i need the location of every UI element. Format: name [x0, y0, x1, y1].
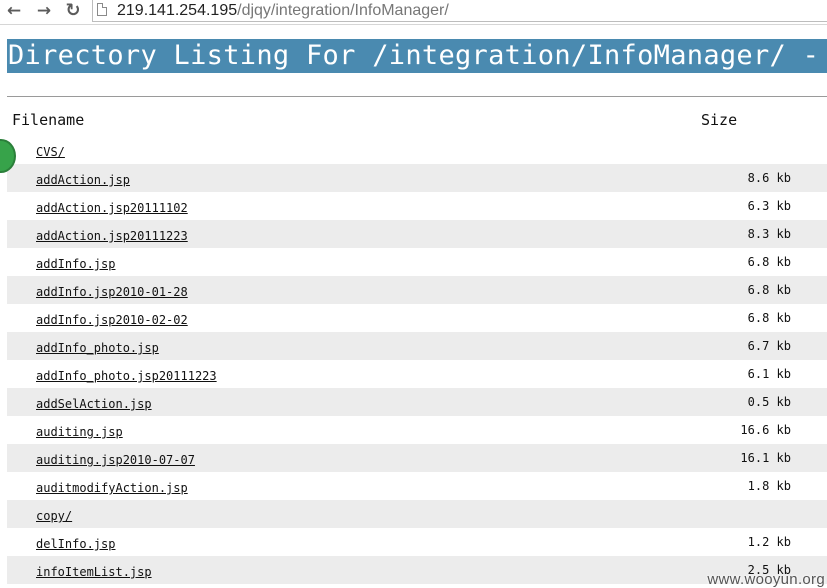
divider — [7, 96, 827, 97]
file-row: addSelAction.jsp 0.5 kb — [7, 388, 827, 416]
page-title: Directory Listing For /integration/InfoM… — [8, 40, 820, 71]
file-size: 16.6 kb — [740, 423, 791, 437]
file-link[interactable]: auditmodifyAction.jsp — [36, 480, 188, 496]
reload-icon[interactable]: ↻ — [62, 0, 84, 22]
file-link[interactable]: delInfo.jsp — [36, 536, 115, 552]
file-size: 6.8 kb — [747, 255, 791, 269]
file-row: addInfo_photo.jsp20111223 6.1 kb — [7, 360, 827, 388]
file-size: 6.8 kb — [747, 283, 791, 297]
file-size: 16.1 kb — [740, 451, 791, 465]
file-size: 6.7 kb — [747, 339, 791, 353]
url-text[interactable]: 219.141.254.195/djqy/integration/InfoMan… — [117, 0, 449, 21]
file-link[interactable]: addAction.jsp20111102 — [36, 200, 188, 216]
file-link[interactable]: addAction.jsp — [36, 172, 130, 188]
file-link[interactable]: addInfo.jsp — [36, 256, 115, 272]
file-link[interactable]: addInfo_photo.jsp — [36, 340, 159, 356]
file-link[interactable]: addSelAction.jsp — [36, 396, 152, 412]
file-link[interactable]: addInfo_photo.jsp20111223 — [36, 368, 217, 384]
file-link[interactable]: CVS/ — [36, 144, 65, 160]
column-header-size: Size — [701, 111, 738, 129]
forward-arrow-icon[interactable]: → — [33, 0, 55, 22]
url-path: /djqy/integration/InfoManager/ — [237, 2, 449, 19]
file-link[interactable]: auditing.jsp2010-07-07 — [36, 452, 195, 468]
file-link[interactable]: addInfo.jsp2010-02-02 — [36, 312, 188, 328]
file-size: 6.8 kb — [747, 311, 791, 325]
file-row: auditing.jsp 16.6 kb — [7, 416, 827, 444]
file-row: infoItemList.jsp 2.5 kb — [7, 556, 827, 584]
file-link[interactable]: addInfo.jsp2010-01-28 — [36, 284, 188, 300]
file-size: 1.2 kb — [747, 535, 791, 549]
file-row: addAction.jsp20111102 6.3 kb — [7, 192, 827, 220]
file-row: addAction.jsp 8.6 kb — [7, 164, 827, 192]
file-row: delInfo.jsp 1.2 kb — [7, 528, 827, 556]
page-heading-bar: Directory Listing For /integration/InfoM… — [7, 39, 827, 73]
file-row: auditing.jsp2010-07-07 16.1 kb — [7, 444, 827, 472]
watermark: www.wooyun.org — [707, 571, 825, 588]
file-link[interactable]: copy/ — [36, 508, 72, 524]
file-size: 6.1 kb — [747, 367, 791, 381]
file-row: addInfo.jsp2010-01-28 6.8 kb — [7, 276, 827, 304]
file-link[interactable]: infoItemList.jsp — [36, 564, 152, 580]
browser-toolbar: ← → ↻ 219.141.254.195/djqy/integration/I… — [0, 0, 827, 25]
file-row: copy/ — [7, 500, 827, 528]
url-host: 219.141.254.195 — [117, 2, 238, 19]
file-row: addAction.jsp20111223 8.3 kb — [7, 220, 827, 248]
file-row: addInfo.jsp 6.8 kb — [7, 248, 827, 276]
address-bar[interactable]: 219.141.254.195/djqy/integration/InfoMan… — [92, 0, 827, 22]
file-row: addInfo.jsp2010-02-02 6.8 kb — [7, 304, 827, 332]
page-icon — [97, 3, 107, 16]
file-size: 8.6 kb — [747, 171, 791, 185]
file-row: CVS/ — [7, 136, 827, 164]
file-link[interactable]: auditing.jsp — [36, 424, 123, 440]
back-arrow-icon[interactable]: ← — [3, 0, 25, 22]
file-size: 0.5 kb — [747, 395, 791, 409]
file-row: auditmodifyAction.jsp 1.8 kb — [7, 472, 827, 500]
file-size: 8.3 kb — [747, 227, 791, 241]
file-list: CVS/ addAction.jsp 8.6 kb addAction.jsp20… — [7, 136, 827, 584]
column-header-filename: Filename — [12, 111, 85, 129]
file-link[interactable]: addAction.jsp20111223 — [36, 228, 188, 244]
file-size: 6.3 kb — [747, 199, 791, 213]
file-row: addInfo_photo.jsp 6.7 kb — [7, 332, 827, 360]
file-size: 1.8 kb — [747, 479, 791, 493]
